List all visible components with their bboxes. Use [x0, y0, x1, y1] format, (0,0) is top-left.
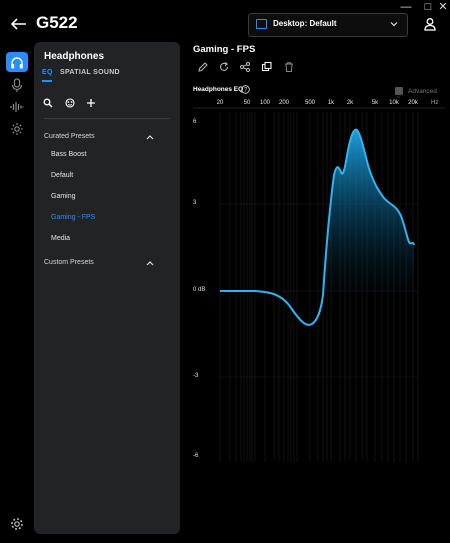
eq-curve-graph[interactable] — [0, 0, 450, 543]
